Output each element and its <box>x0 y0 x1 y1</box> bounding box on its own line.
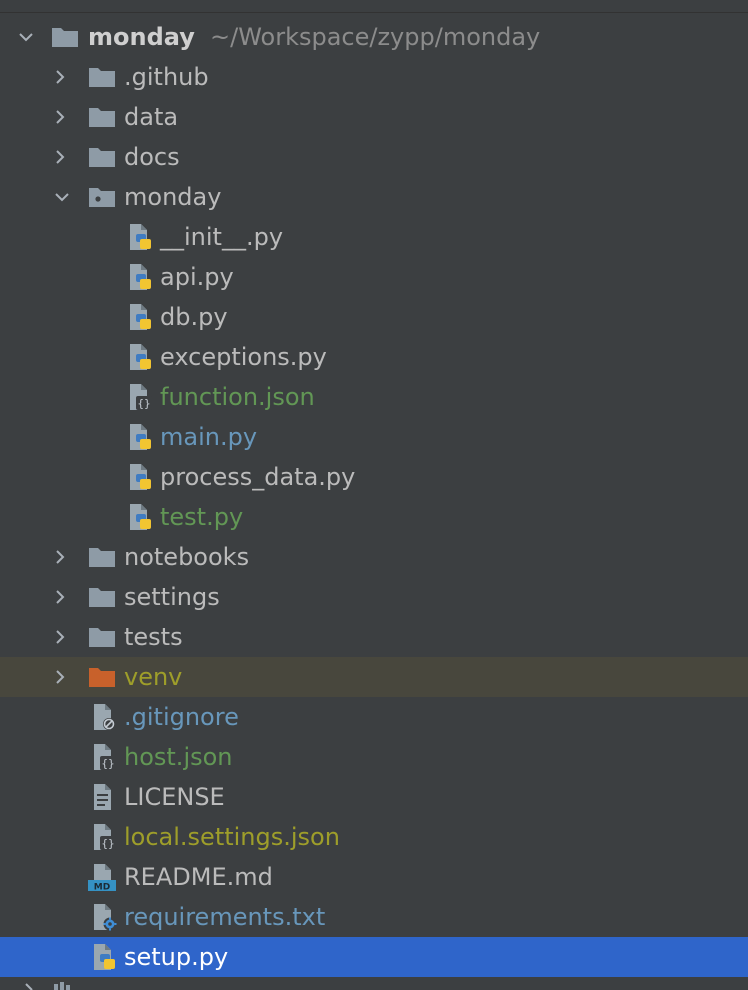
tree-file-readme-md[interactable]: MD README.md <box>0 857 748 897</box>
excluded-folder-icon <box>89 668 115 687</box>
python-file-icon <box>130 344 151 370</box>
next-row-partial <box>0 976 748 990</box>
chevron-right-icon[interactable] <box>48 657 72 697</box>
python-file-icon <box>94 944 115 970</box>
tree-folder-notebooks[interactable]: notebooks <box>0 537 748 577</box>
tree-folder-venv[interactable]: venv <box>0 657 748 697</box>
tree-file-setup-py[interactable]: setup.py <box>0 937 748 977</box>
tree-file-host-json[interactable]: {} host.json <box>0 737 748 777</box>
tree-item-label: api.py <box>160 263 234 291</box>
tree-item-label: monday <box>124 183 222 211</box>
package-folder-icon <box>89 188 115 207</box>
tree-item-label: __init__.py <box>160 223 284 251</box>
svg-text:MD: MD <box>94 883 110 893</box>
panel-top-edge <box>0 0 748 13</box>
chevron-down-icon[interactable] <box>50 177 74 217</box>
tree-folder-docs[interactable]: docs <box>0 137 748 177</box>
tree-item-label: .gitignore <box>124 703 239 731</box>
chevron-right-icon[interactable] <box>48 537 72 577</box>
tree-item-label: db.py <box>160 303 228 331</box>
svg-text:{}: {} <box>101 837 114 850</box>
tree-root-monday[interactable]: monday ~/Workspace/zypp/monday <box>0 17 748 57</box>
project-path: ~/Workspace/zypp/monday <box>210 23 541 51</box>
chevron-right-icon[interactable] <box>48 577 72 617</box>
tree-file-gitignore[interactable]: .gitignore <box>0 697 748 737</box>
tree-file-db-py[interactable]: db.py <box>0 297 748 337</box>
python-file-icon <box>130 304 151 330</box>
tree-item-label: README.md <box>124 863 273 891</box>
json-file-icon: {} <box>94 824 116 850</box>
folder-icon <box>89 108 115 127</box>
tree-item-label: data <box>124 103 179 131</box>
tree-item-label: main.py <box>160 423 258 451</box>
tree-item-label: test.py <box>160 503 244 531</box>
chevron-right-icon[interactable] <box>48 97 72 137</box>
tree-file-function-json[interactable]: {} function.json <box>0 377 748 417</box>
tree-file-init-py[interactable]: __init__.py <box>0 217 748 257</box>
chevron-down-icon[interactable] <box>14 17 38 57</box>
text-file-icon <box>94 784 111 810</box>
chevron-right-icon[interactable] <box>48 57 72 97</box>
folder-icon <box>89 588 115 607</box>
tree-folder-data[interactable]: data <box>0 97 748 137</box>
tree-item-label: setup.py <box>124 943 229 971</box>
svg-text:{}: {} <box>101 757 114 770</box>
tree-folder-github[interactable]: .github <box>0 57 748 97</box>
tree-folder-settings[interactable]: settings <box>0 577 748 617</box>
project-tree-panel: monday ~/Workspace/zypp/monday .github d… <box>0 0 748 990</box>
tree-file-api-py[interactable]: api.py <box>0 257 748 297</box>
python-file-icon <box>130 464 151 490</box>
markdown-file-icon: MD <box>88 864 116 893</box>
tree-item-label: docs <box>124 143 180 171</box>
svg-text:{}: {} <box>137 397 150 410</box>
json-file-icon: {} <box>94 744 116 770</box>
tree-folder-tests[interactable]: tests <box>0 617 748 657</box>
folder-icon <box>89 628 115 647</box>
tree-item-label: local.settings.json <box>124 823 340 851</box>
folder-icon <box>89 148 115 167</box>
python-file-icon <box>130 264 151 290</box>
json-file-icon: {} <box>130 384 152 410</box>
folder-icon <box>52 28 78 47</box>
chevron-right-icon[interactable] <box>48 137 72 177</box>
chevron-right-icon <box>25 983 33 990</box>
project-name: monday <box>88 23 195 51</box>
tree-item-label: host.json <box>124 743 233 771</box>
python-file-icon <box>130 224 151 250</box>
folder-icon <box>89 548 115 567</box>
python-file-icon <box>130 424 151 450</box>
tree-item-label: tests <box>124 623 183 651</box>
tree-file-main-py[interactable]: main.py <box>0 417 748 457</box>
library-icon <box>54 982 70 990</box>
tree-item-label: settings <box>124 583 220 611</box>
tree-file-process-data-py[interactable]: process_data.py <box>0 457 748 497</box>
requirements-file-icon <box>94 904 117 931</box>
tree-item-label: notebooks <box>124 543 250 571</box>
folder-icon <box>89 68 115 87</box>
tree-item-label: process_data.py <box>160 463 356 491</box>
tree-item-label: LICENSE <box>124 783 225 811</box>
tree-item-label: requirements.txt <box>124 903 326 931</box>
tree-item-label: function.json <box>160 383 315 411</box>
tree-item-label: exceptions.py <box>160 343 327 371</box>
tree-item-label: .github <box>124 63 209 91</box>
chevron-right-icon[interactable] <box>48 617 72 657</box>
gitignore-file-icon <box>94 704 115 730</box>
python-file-icon <box>130 504 151 530</box>
tree-folder-monday-package[interactable]: monday <box>0 177 748 217</box>
tree-file-exceptions-py[interactable]: exceptions.py <box>0 337 748 377</box>
tree-file-test-py[interactable]: test.py <box>0 497 748 537</box>
tree-file-requirements-txt[interactable]: requirements.txt <box>0 897 748 937</box>
tree-file-local-settings-json[interactable]: {} local.settings.json <box>0 817 748 857</box>
tree-item-label: venv <box>124 663 183 691</box>
tree-file-license[interactable]: LICENSE <box>0 777 748 817</box>
